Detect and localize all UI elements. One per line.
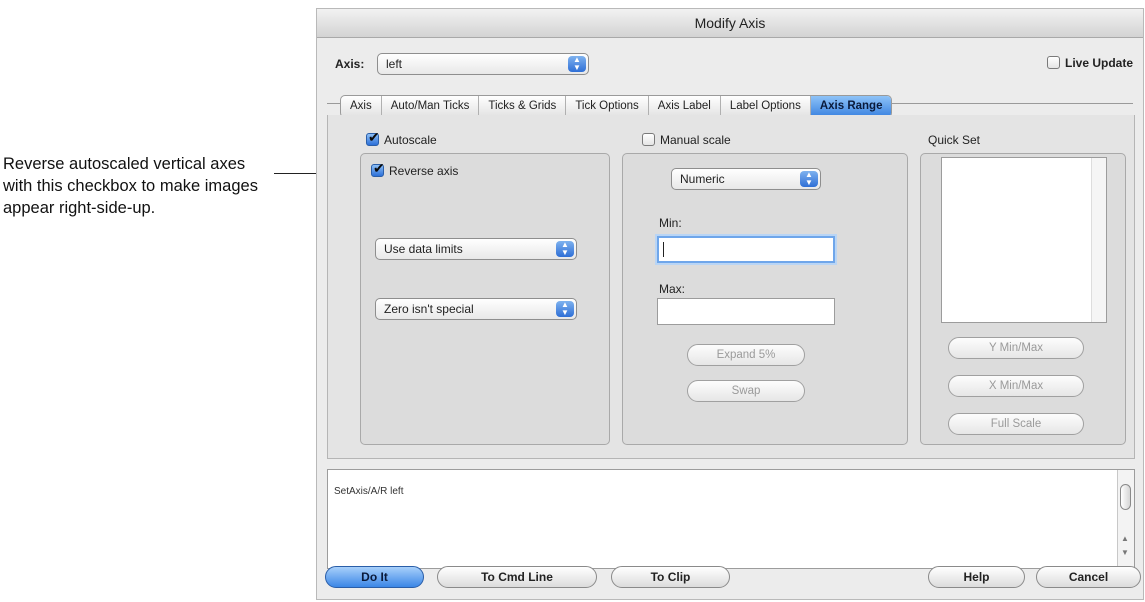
modify-axis-dialog: Modify Axis Axis: left ▲ ▼ Live Update Ax…	[316, 8, 1144, 600]
command-scrollbar[interactable]: ▲ ▼	[1117, 470, 1134, 568]
annotation-text: Reverse autoscaled vertical axes with th…	[3, 155, 258, 217]
manual-scale-label: Manual scale	[660, 133, 731, 147]
tab-auto-man-ticks[interactable]: Auto/Man Ticks	[382, 96, 480, 117]
zero-special-select[interactable]: Zero isn't special ▲ ▼	[375, 298, 577, 320]
axis-range-panel: Autoscale Reverse axis Use data limits ▲…	[327, 115, 1135, 459]
full-scale-button[interactable]: Full Scale	[948, 413, 1084, 435]
tab-axis[interactable]: Axis	[341, 96, 382, 117]
command-text: SetAxis/A/R left	[334, 486, 404, 497]
manual-scale-checkbox[interactable]: Manual scale	[642, 133, 731, 147]
autoscale-checkbox[interactable]: Autoscale	[366, 129, 437, 147]
axis-label: Axis:	[335, 57, 365, 71]
command-text-area[interactable]: SetAxis/A/R left ▲ ▼	[327, 469, 1135, 569]
data-limits-value: Use data limits	[384, 242, 463, 256]
reverse-axis-label: Reverse axis	[389, 164, 459, 178]
tab-axis-range[interactable]: Axis Range	[810, 96, 892, 117]
live-update-checkbox[interactable]: Live Update	[1046, 56, 1133, 70]
quick-set-list[interactable]	[941, 157, 1107, 323]
to-cmd-line-button[interactable]: To Cmd Line	[437, 566, 597, 588]
scroll-down-arrow-icon[interactable]: ▼	[1121, 548, 1129, 557]
cancel-button[interactable]: Cancel	[1036, 566, 1141, 588]
numeric-mode-value: Numeric	[680, 172, 725, 186]
text-caret	[663, 242, 664, 257]
axis-select[interactable]: left ▲ ▼	[377, 53, 589, 75]
numeric-mode-select[interactable]: Numeric ▲ ▼	[671, 168, 821, 190]
scroll-up-arrow-icon[interactable]: ▲	[1121, 534, 1129, 543]
checkmark-icon	[371, 160, 385, 177]
expand-5-percent-button[interactable]: Expand 5%	[687, 344, 805, 366]
popup-arrows-icon: ▲ ▼	[800, 171, 818, 187]
swap-button[interactable]: Swap	[687, 380, 805, 402]
popup-arrows-icon: ▲ ▼	[556, 301, 574, 317]
autoscale-group: Reverse axis Use data limits ▲▼ Zero isn…	[360, 153, 610, 445]
x-min-max-button[interactable]: X Min/Max	[948, 375, 1084, 397]
autoscale-label: Autoscale	[384, 133, 437, 147]
axis-select-value: left	[386, 57, 403, 71]
min-label: Min:	[659, 216, 682, 230]
popup-arrows-icon: ▲ ▼	[568, 56, 586, 72]
list-scrollbar[interactable]	[1091, 158, 1106, 322]
max-input[interactable]	[657, 298, 835, 325]
tab-tick-options[interactable]: Tick Options	[566, 96, 649, 117]
popup-arrows-icon: ▲ ▼	[556, 241, 574, 257]
checkbox-icon	[642, 133, 655, 146]
zero-special-value: Zero isn't special	[384, 302, 474, 316]
tab-ticks-grids[interactable]: Ticks & Grids	[479, 96, 567, 117]
window-title: Modify Axis	[317, 9, 1143, 38]
to-clip-button[interactable]: To Clip	[611, 566, 730, 588]
checkmark-icon	[366, 129, 380, 146]
do-it-button[interactable]: Do It	[325, 566, 424, 588]
scroll-thumb[interactable]	[1120, 484, 1131, 510]
manual-scale-group: Numeric ▲ ▼ Min: Max: Expand 5% Swap	[622, 153, 908, 445]
max-label: Max:	[659, 282, 686, 296]
reverse-axis-checkbox[interactable]: Reverse axis	[371, 160, 459, 178]
help-button[interactable]: Help	[928, 566, 1025, 588]
tab-axis-label[interactable]: Axis Label	[649, 96, 721, 117]
data-limits-select[interactable]: Use data limits ▲ ▼	[375, 238, 577, 260]
checkbox-icon	[1046, 56, 1060, 69]
quick-set-label: Quick Set	[928, 133, 981, 147]
live-update-label: Live Update	[1064, 56, 1133, 70]
tab-label-options[interactable]: Label Options	[721, 96, 811, 117]
min-input[interactable]	[657, 236, 835, 263]
y-min-max-button[interactable]: Y Min/Max	[948, 337, 1084, 359]
